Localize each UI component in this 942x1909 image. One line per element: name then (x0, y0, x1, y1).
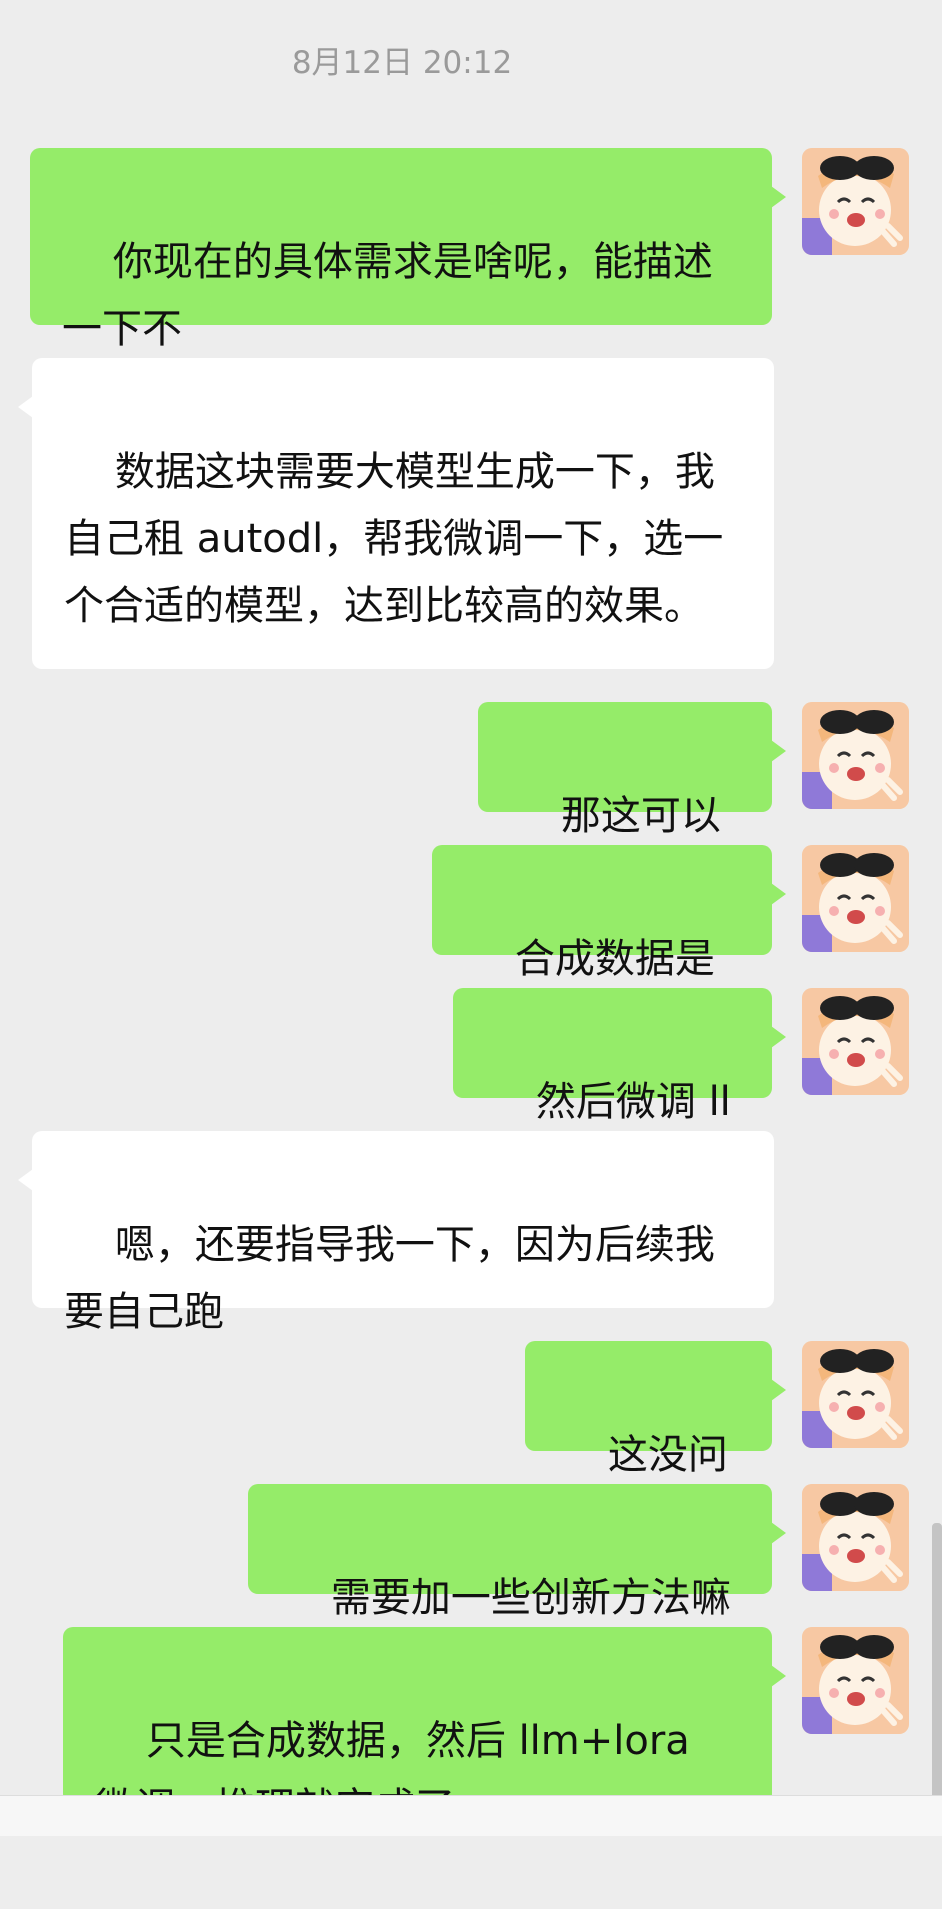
input-bar[interactable] (0, 1795, 942, 1836)
avatar-icon[interactable] (802, 1484, 909, 1591)
avatar-icon[interactable] (802, 1627, 909, 1734)
message-bubble-outgoing[interactable]: 这没问题 (525, 1341, 786, 1545)
message-bubble-outgoing[interactable]: 需要加一些创新方法嘛 (248, 1484, 786, 1621)
message-bubble-incoming[interactable]: 嗯，还要指导我一下，因为后续我要自己跑 (18, 1131, 774, 1335)
message-text: 数据这块需要大模型生成一下，我自己租 autodl，帮我微调一下，选一个合适的模… (64, 449, 724, 629)
avatar-icon[interactable] (802, 702, 909, 809)
message-timestamp: 8月12日 20:12 (291, 45, 513, 81)
avatar-icon[interactable] (802, 148, 909, 255)
avatar-icon[interactable] (802, 988, 909, 1095)
message-text: 你现在的具体需求是啥呢，能描述一下不 (62, 239, 713, 352)
message-bubble-outgoing[interactable]: 然后微调 llm (453, 988, 786, 1192)
scrollbar[interactable] (932, 1523, 942, 1826)
message-bubble-outgoing[interactable]: 你现在的具体需求是啥呢，能描述一下不 (30, 148, 786, 352)
message-bubble-outgoing[interactable]: 那这可以的 (478, 702, 786, 906)
message-text: 需要加一些创新方法嘛 (330, 1575, 731, 1621)
message-bubble-incoming[interactable]: 数据这块需要大模型生成一下，我自己租 autodl，帮我微调一下，选一个合适的模… (18, 358, 774, 669)
avatar-icon[interactable] (802, 1341, 909, 1448)
message-bubble-outgoing[interactable]: 合成数据是吧 (432, 845, 786, 1049)
message-bubble-outgoing[interactable]: 只是合成数据，然后 llm+lora 微调，推理就完成了 (63, 1627, 786, 1831)
message-text: 嗯，还要指导我一下，因为后续我要自己跑 (64, 1222, 715, 1335)
avatar-icon[interactable] (802, 845, 909, 952)
